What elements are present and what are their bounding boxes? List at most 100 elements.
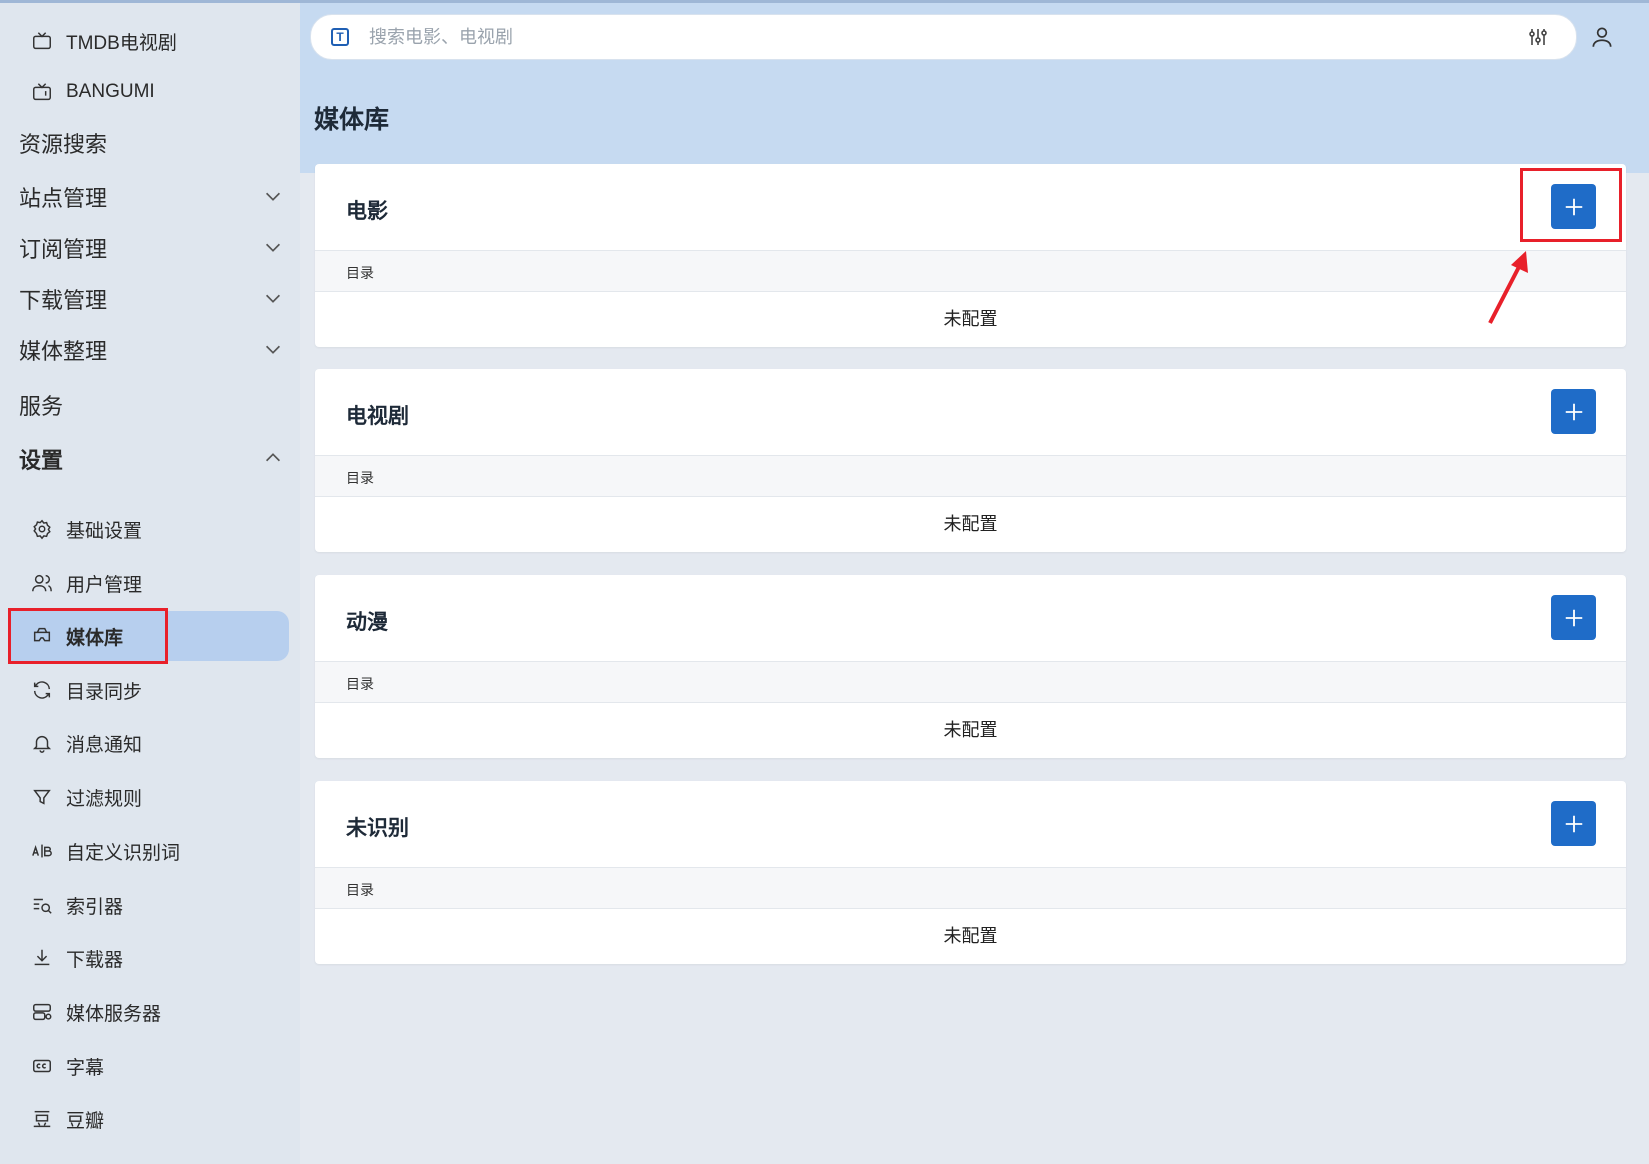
page-title: 媒体库	[314, 106, 390, 134]
card-header: 电视剧	[315, 369, 1626, 456]
douban-icon	[30, 1107, 54, 1131]
sidebar-item-bangumi[interactable]: BANGUMI	[30, 67, 155, 117]
library-card-anime: 动漫 目录 未配置	[315, 575, 1626, 758]
plus-icon	[1565, 198, 1582, 215]
sidebar-item-label: 基础设置	[66, 520, 143, 542]
chevron-down-icon	[265, 192, 281, 201]
sidebar-item-subtitles[interactable]: 字幕	[30, 1041, 104, 1091]
sidebar-item-settings[interactable]: 设置	[19, 434, 284, 484]
chevron-up-icon	[265, 453, 281, 462]
sidebar-item-label: 过滤规则	[66, 788, 143, 810]
download-icon	[30, 946, 54, 970]
column-header-directory: 目录	[346, 676, 374, 692]
sync-icon	[30, 678, 54, 702]
add-anime-library-button[interactable]	[1551, 595, 1596, 640]
sidebar-item-custom-words[interactable]: 自定义识别词	[30, 826, 180, 876]
sidebar-item-label: 用户管理	[66, 574, 143, 596]
sidebar-item-label: TMDB电视剧	[66, 32, 177, 54]
user-icon[interactable]	[1589, 24, 1615, 50]
sidebar-section-label: 订阅管理	[19, 237, 108, 262]
library-card-unrecognized: 未识别 目录 未配置	[315, 781, 1626, 964]
empty-state: 未配置	[943, 514, 998, 534]
vr-icon	[30, 624, 54, 648]
server-icon	[30, 1000, 54, 1024]
chevron-down-icon	[265, 294, 281, 303]
sidebar-item-label: 索引器	[66, 896, 124, 918]
chevron-down-icon	[265, 345, 281, 354]
sidebar-item-downloader[interactable]: 下载器	[30, 933, 123, 983]
column-header-directory: 目录	[346, 882, 374, 898]
sidebar-item-tmdb-tv[interactable]: TMDB电视剧	[30, 16, 177, 66]
sidebar-item-label: BANGUMI	[66, 81, 155, 102]
table-header: 目录	[315, 868, 1626, 909]
plus-icon	[1565, 609, 1582, 626]
sidebar-section-label: 下载管理	[19, 288, 108, 313]
sidebar-item-site-management[interactable]: 站点管理	[19, 172, 284, 222]
filter-icon	[30, 785, 54, 809]
library-card-movies: 电影 目录 未配置	[315, 164, 1626, 347]
sidebar-item-label: 消息通知	[66, 734, 143, 756]
add-tv-library-button[interactable]	[1551, 389, 1596, 434]
sidebar-item-label: 豆瓣	[66, 1110, 105, 1132]
sidebar-item-media-library[interactable]: 媒体库	[30, 611, 123, 661]
empty-state: 未配置	[943, 926, 998, 946]
sidebar-section-label: 媒体整理	[19, 339, 108, 364]
sliders-icon[interactable]	[1526, 25, 1550, 49]
plus-icon	[1565, 403, 1582, 420]
sidebar-item-label: 目录同步	[66, 681, 143, 703]
sidebar-item-filter-rules[interactable]: 过滤规则	[30, 772, 142, 822]
card-title: 动漫	[346, 611, 388, 634]
sidebar-item-douban[interactable]: 豆瓣	[30, 1094, 104, 1144]
sidebar-section-label: 服务	[19, 394, 64, 419]
sidebar-section-label: 设置	[19, 448, 64, 473]
sidebar-item-media-server[interactable]: 媒体服务器	[30, 987, 161, 1037]
bell-icon	[30, 731, 54, 755]
add-unrecognized-library-button[interactable]	[1551, 801, 1596, 846]
annotation-arrow-icon	[1488, 251, 1528, 324]
cc-icon	[30, 1054, 54, 1078]
sidebar-item-services[interactable]: 服务	[19, 380, 284, 430]
table-header: 目录	[315, 456, 1626, 497]
card-header: 电影	[315, 164, 1626, 251]
library-card-tv: 电视剧 目录 未配置	[315, 369, 1626, 552]
sidebar-item-label: 下载器	[66, 949, 124, 971]
sidebar-item-basic-settings[interactable]: 基础设置	[30, 504, 142, 554]
sidebar-item-user-management[interactable]: 用户管理	[30, 558, 142, 608]
sidebar-item-resource-search[interactable]: 资源搜索	[19, 118, 284, 168]
list-search-icon	[30, 893, 54, 917]
sidebar-item-directory-sync[interactable]: 目录同步	[30, 665, 142, 715]
sidebar-item-label: 媒体库	[66, 627, 124, 649]
gear-icon	[30, 517, 54, 541]
ab-icon	[30, 839, 54, 863]
card-title: 电视剧	[346, 405, 409, 428]
chevron-down-icon	[265, 243, 281, 252]
sidebar-item-subscription-management[interactable]: 订阅管理	[19, 223, 284, 273]
sidebar-item-download-management[interactable]: 下载管理	[19, 274, 284, 324]
empty-state: 未配置	[943, 720, 998, 740]
text-input-icon: T	[331, 28, 349, 46]
sidebar-item-label: 自定义识别词	[66, 842, 181, 864]
search-bar: T	[310, 14, 1577, 60]
tv-retro-icon	[30, 80, 54, 104]
search-input[interactable]	[367, 25, 1526, 49]
card-title: 未识别	[346, 817, 409, 840]
empty-state: 未配置	[943, 309, 998, 329]
users-icon	[30, 571, 54, 595]
table-header: 目录	[315, 662, 1626, 703]
sidebar-item-media-organize[interactable]: 媒体整理	[19, 325, 284, 375]
sidebar-section-label: 站点管理	[19, 186, 108, 211]
column-header-directory: 目录	[346, 470, 374, 486]
sidebar-section-label: 资源搜索	[19, 132, 108, 157]
table-header: 目录	[315, 251, 1626, 292]
plus-icon	[1565, 815, 1582, 832]
add-movie-library-button[interactable]	[1551, 184, 1596, 229]
tv-icon	[30, 29, 54, 53]
sidebar-item-indexer[interactable]: 索引器	[30, 880, 123, 930]
column-header-directory: 目录	[346, 265, 374, 281]
sidebar-item-notifications[interactable]: 消息通知	[30, 718, 142, 768]
sidebar-item-label: 媒体服务器	[66, 1003, 162, 1025]
card-header: 动漫	[315, 575, 1626, 662]
sidebar-item-label: 字幕	[66, 1057, 105, 1079]
card-title: 电影	[346, 200, 388, 223]
card-header: 未识别	[315, 781, 1626, 868]
